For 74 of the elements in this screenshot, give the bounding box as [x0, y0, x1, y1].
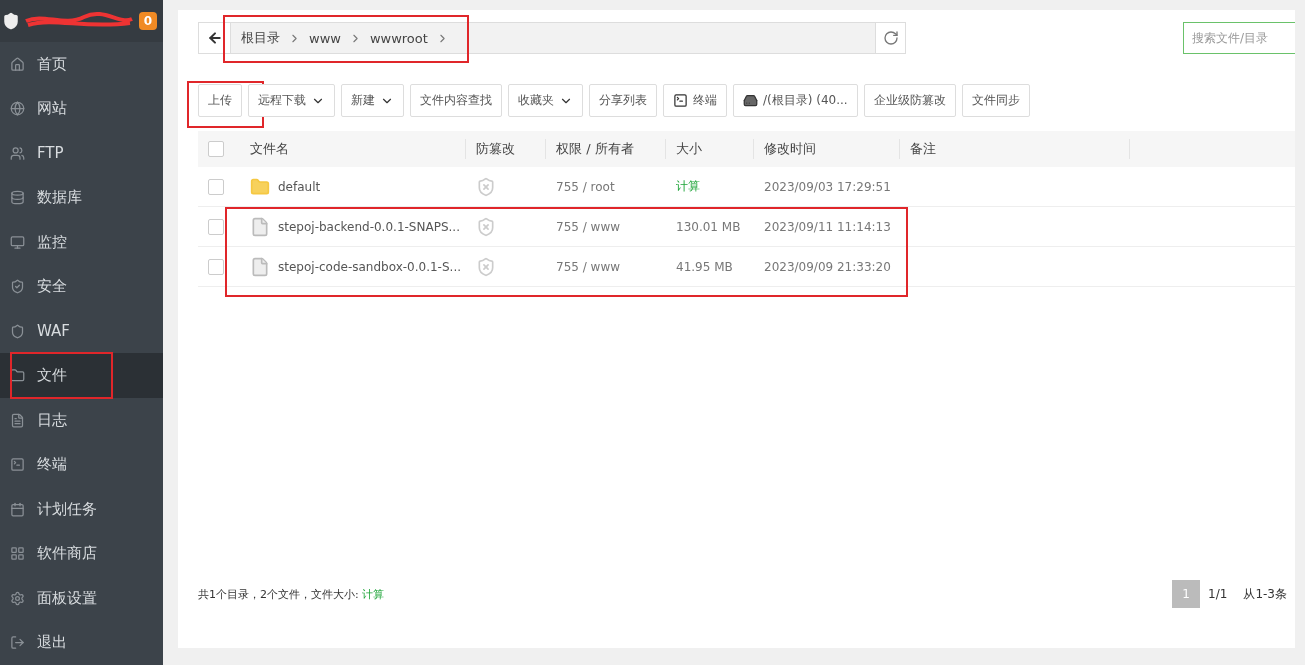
sidebar-item[interactable]: 软件商店 — [0, 531, 163, 576]
size-text: 41.95 MB — [676, 259, 733, 274]
column-header[interactable]: 大小 — [676, 140, 702, 158]
column-header[interactable]: 文件名 — [250, 140, 289, 158]
select-all-checkbox[interactable] — [208, 141, 224, 157]
toolbar-button[interactable]: /(根目录) (40... — [733, 84, 858, 117]
summary-text: 共1个目录，2个文件，文件大小: 计算 — [198, 586, 385, 602]
toolbar-button[interactable]: 文件同步 — [961, 84, 1030, 117]
sidebar-item[interactable]: 安全 — [0, 264, 163, 309]
permission-text[interactable]: 755 / www — [556, 259, 621, 274]
toolbar-button[interactable]: 企业级防篡改 — [863, 84, 956, 117]
folder-icon — [10, 368, 25, 384]
calendar-icon — [10, 501, 25, 517]
shield-check-icon — [10, 279, 25, 295]
file-name[interactable]: stepoj-code-sandbox-0.0.1-S... — [278, 259, 461, 274]
file-icon — [250, 216, 270, 237]
globe-icon — [10, 101, 25, 117]
modified-time: 2023/09/03 17:29:51 — [764, 179, 891, 194]
row-checkbox[interactable] — [208, 258, 224, 275]
sidebar-item[interactable]: 监控 — [0, 219, 163, 265]
shield-icon — [10, 323, 25, 339]
logo-icon — [2, 11, 20, 30]
row-checkbox[interactable] — [208, 218, 224, 235]
sidebar-item[interactable]: WAF — [0, 308, 163, 354]
row-checkbox[interactable] — [208, 178, 224, 195]
grid-icon — [10, 546, 25, 562]
column-header[interactable]: 备注 — [910, 140, 936, 158]
monitor-icon — [10, 234, 25, 250]
terminal-icon — [673, 93, 688, 108]
path-segment[interactable]: 根目录 — [241, 29, 280, 47]
terminal-icon — [10, 457, 25, 473]
toolbar-button[interactable]: 分享列表 — [589, 84, 657, 117]
sidebar-item[interactable]: 面板设置 — [0, 576, 163, 621]
sidebar-item[interactable]: 数据库 — [0, 175, 163, 220]
path-segment[interactable]: wwwroot — [369, 30, 428, 46]
shield-x-icon[interactable] — [476, 216, 496, 237]
sidebar-item[interactable]: 日志 — [0, 397, 163, 443]
permission-text[interactable]: 755 / www — [556, 219, 621, 234]
toolbar-button[interactable]: 新建 — [341, 84, 404, 117]
sidebar-item[interactable]: 退出 — [0, 620, 163, 665]
document-icon — [10, 412, 25, 428]
size-text: 130.01 MB — [676, 219, 741, 234]
toolbar-button[interactable]: 文件内容查找 — [410, 84, 502, 117]
file-icon — [250, 256, 270, 277]
permission-text[interactable]: 755 / root — [556, 179, 615, 194]
sidebar-item[interactable]: FTP — [0, 130, 163, 176]
file-name[interactable]: default — [278, 179, 321, 194]
toolbar-button[interactable]: 终端 — [663, 84, 727, 117]
path-segment[interactable]: www — [309, 30, 341, 46]
modified-time: 2023/09/09 21:33:20 — [764, 259, 891, 274]
sidebar-item[interactable]: 首页 — [0, 41, 163, 87]
column-header[interactable]: 修改时间 — [764, 140, 816, 158]
sidebar-item[interactable]: 终端 — [0, 442, 163, 487]
drive-icon — [743, 93, 758, 108]
file-name[interactable]: stepoj-backend-0.0.1-SNAPS... — [278, 219, 460, 234]
home-icon — [10, 56, 25, 72]
shield-x-icon[interactable] — [476, 176, 496, 197]
sidebar-item[interactable]: 网站 — [0, 86, 163, 131]
column-header[interactable]: 权限 / 所有者 — [556, 140, 634, 158]
database-icon — [10, 190, 25, 206]
toolbar-button[interactable]: 远程下载 — [248, 84, 335, 117]
users-icon — [10, 145, 25, 161]
sidebar-item[interactable]: 计划任务 — [0, 487, 163, 532]
logout-icon — [10, 635, 25, 651]
search-field[interactable]: 搜索文件/目录 — [1183, 22, 1295, 54]
sidebar-item[interactable]: 文件 — [0, 353, 163, 398]
folder-icon — [250, 176, 270, 197]
column-header[interactable]: 防篡改 — [476, 140, 515, 158]
toolbar-button[interactable]: 收藏夹 — [508, 84, 583, 117]
modified-time: 2023/09/11 11:14:13 — [764, 219, 891, 234]
toolbar-button[interactable]: 上传 — [198, 84, 242, 117]
refresh-icon — [882, 30, 899, 46]
shield-x-icon[interactable] — [476, 256, 496, 277]
settings-icon — [10, 590, 25, 606]
